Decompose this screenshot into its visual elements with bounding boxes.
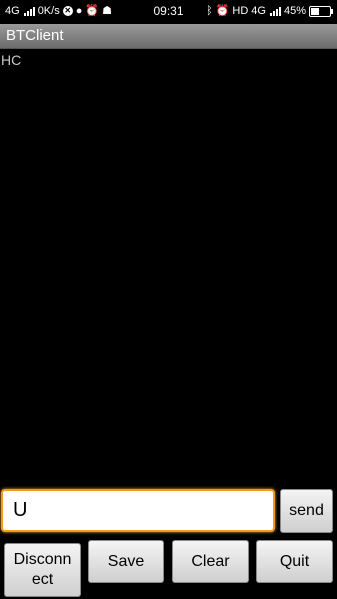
send-button[interactable]: send: [280, 489, 333, 533]
battery-percent: 45%: [283, 5, 306, 17]
signal-icon: [269, 6, 281, 16]
title-bar: BTClient: [0, 24, 337, 49]
hd-label: HD: [232, 5, 249, 17]
bluetooth-icon: ᛒ: [206, 4, 213, 17]
save-button[interactable]: Save: [88, 540, 164, 583]
status-bar: 4G 0K/s ✕ ● ⏰ ☗ 09:31 ᛒ ⏰ HD 4G 45%: [0, 0, 337, 24]
right-network-type: 4G: [251, 5, 266, 17]
clear-button[interactable]: Clear: [172, 540, 249, 583]
disconnect-button[interactable]: Disconn ect: [4, 543, 81, 597]
message-input[interactable]: [3, 491, 273, 530]
alarm-icon: ⏰: [215, 4, 230, 17]
status-right: ᛒ ⏰ HD 4G 45%: [206, 4, 333, 17]
battery-fill: [311, 7, 320, 15]
app-title: BTClient: [6, 27, 64, 44]
received-text: HC: [1, 52, 22, 68]
message-input-wrapper: [1, 489, 275, 532]
battery-icon: [309, 5, 333, 17]
quit-button[interactable]: Quit: [256, 540, 333, 583]
